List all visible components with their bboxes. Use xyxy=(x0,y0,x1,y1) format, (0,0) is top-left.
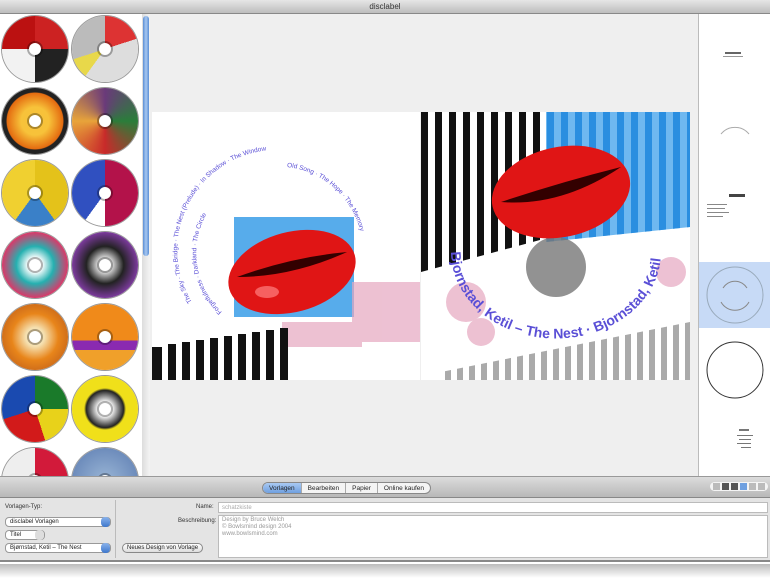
panel-divider xyxy=(115,500,116,558)
tab-vorlagen[interactable]: Vorlagen xyxy=(263,483,302,493)
tab-bearbeiten[interactable]: Bearbeiten xyxy=(302,483,347,493)
template-disc[interactable] xyxy=(2,448,68,476)
popup-arrow-icon xyxy=(101,517,110,527)
description-line: Design by Bruce Welch xyxy=(222,517,285,523)
cd-cover-preview[interactable]: Bjornstad, Ketil – The Nest · Bjornstad,… xyxy=(421,112,690,380)
new-design-button[interactable]: Neues Design von Vorlage xyxy=(122,543,204,553)
layout-thumbnail[interactable] xyxy=(699,409,770,475)
name-label: Name: xyxy=(196,504,214,510)
popup-arrow-icon xyxy=(35,530,44,540)
template-disc[interactable] xyxy=(72,376,138,442)
layout-thumbnail[interactable] xyxy=(699,334,770,400)
name-input[interactable]: schatzkiste xyxy=(218,502,768,513)
template-disc[interactable] xyxy=(72,160,138,226)
sort-popup[interactable]: Titel xyxy=(5,530,45,540)
cd-cover-artwork: Bjornstad, Ketil – The Nest · Bjornstad,… xyxy=(421,112,690,380)
template-disc[interactable] xyxy=(72,448,138,476)
svg-text:Forgetfulness · Darkland · The: Forgetfulness · Darkland · The Circle xyxy=(191,211,223,315)
tab-online-kaufen[interactable]: Online kaufen xyxy=(378,483,430,493)
description-line: www.bowlsmind.com xyxy=(222,531,278,537)
template-type-label: Vorlagen-Typ: xyxy=(5,504,43,510)
tab-papier[interactable]: Papier xyxy=(346,483,378,493)
view-grid-icon[interactable] xyxy=(749,483,756,490)
layout-thumbnail-selected[interactable] xyxy=(699,262,770,328)
window-title: disclabel xyxy=(0,0,770,14)
barcode-stripes xyxy=(152,328,288,380)
window-shadow xyxy=(0,564,770,578)
template-list[interactable] xyxy=(0,14,142,476)
view-spread-icon[interactable] xyxy=(740,483,747,490)
template-info-panel: Vorlagen-Typ: disclabel Vorlagen Titel B… xyxy=(0,498,770,562)
cd-label-preview[interactable]: The Sky · The Bridge · The Nest (Prelude… xyxy=(152,112,420,380)
track-list-text: Forgetfulness · Darkland · The Circle xyxy=(191,211,223,315)
template-type-popup[interactable]: disclabel Vorlagen xyxy=(5,517,111,527)
template-disc[interactable] xyxy=(2,232,68,298)
view-zoom-icon[interactable] xyxy=(758,483,765,490)
template-disc[interactable] xyxy=(2,376,68,442)
scrollbar-thumb[interactable] xyxy=(143,16,149,256)
template-disc[interactable] xyxy=(2,160,68,226)
layout-thumbnail[interactable] xyxy=(699,94,770,160)
template-type-value: disclabel Vorlagen xyxy=(10,519,59,525)
design-canvas[interactable]: The Sky · The Bridge · The Nest (Prelude… xyxy=(150,14,698,476)
template-disc[interactable] xyxy=(2,88,68,154)
template-disc[interactable] xyxy=(72,232,138,298)
template-disc[interactable] xyxy=(72,16,138,82)
template-list-scrollbar[interactable] xyxy=(142,14,150,476)
view-prev-icon[interactable] xyxy=(713,483,720,490)
mode-tabs: Vorlagen Bearbeiten Papier Online kaufen xyxy=(262,482,432,494)
view-disc-icon[interactable] xyxy=(722,483,729,490)
template-disc[interactable] xyxy=(2,16,68,82)
template-popup[interactable]: Bjørnstad, Ketil – The Nest xyxy=(5,543,111,553)
description-textarea[interactable]: Design by Bruce Welch © Bowlsmind design… xyxy=(218,515,768,558)
bottom-toolbar: Vorlagen Bearbeiten Papier Online kaufen xyxy=(0,476,770,498)
view-controls xyxy=(710,482,768,491)
description-label: Beschreibung: xyxy=(178,518,217,524)
template-disc[interactable] xyxy=(72,88,138,154)
layout-thumbnail[interactable] xyxy=(699,164,770,230)
layout-thumbnail-list[interactable] xyxy=(698,14,770,476)
template-disc[interactable] xyxy=(72,304,138,370)
description-line: © Bowlsmind design 2004 xyxy=(222,524,292,530)
view-cover-icon[interactable] xyxy=(731,483,738,490)
template-disc[interactable] xyxy=(2,304,68,370)
layout-thumbnail[interactable] xyxy=(699,24,770,90)
cd-label-artwork: The Sky · The Bridge · The Nest (Prelude… xyxy=(152,145,420,380)
sort-value: Titel xyxy=(10,532,22,538)
popup-arrow-icon xyxy=(101,543,110,553)
template-value: Bjørnstad, Ketil – The Nest xyxy=(10,545,82,551)
